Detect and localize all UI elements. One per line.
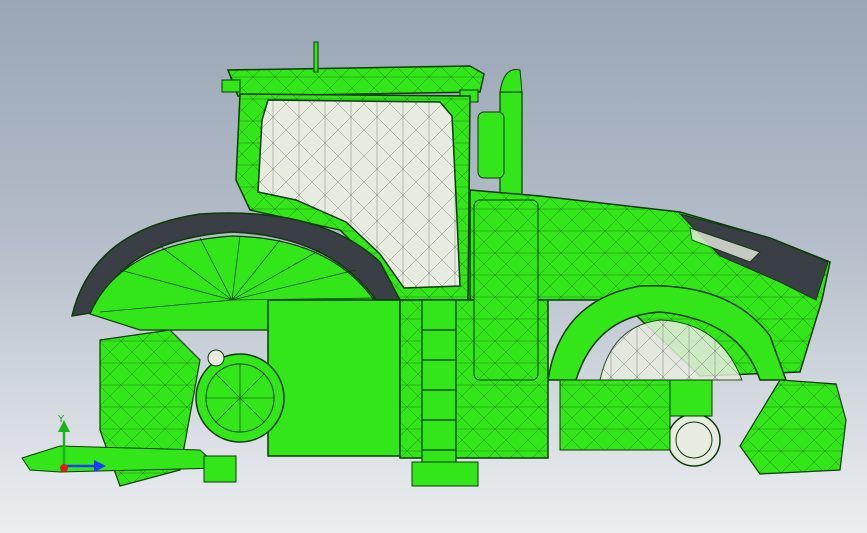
exhaust-stack <box>477 68 523 203</box>
rear-wheel-hub <box>195 353 285 443</box>
cab-roof <box>221 41 485 103</box>
tractor-model[interactable] <box>0 0 867 533</box>
graphics-viewport[interactable]: Y <box>0 0 867 533</box>
z-axis-dot <box>60 464 68 472</box>
axis-triad <box>58 420 106 472</box>
y-axis-label: Y <box>58 414 65 425</box>
front-wheel-hub <box>559 379 721 467</box>
front-weight <box>739 379 847 475</box>
